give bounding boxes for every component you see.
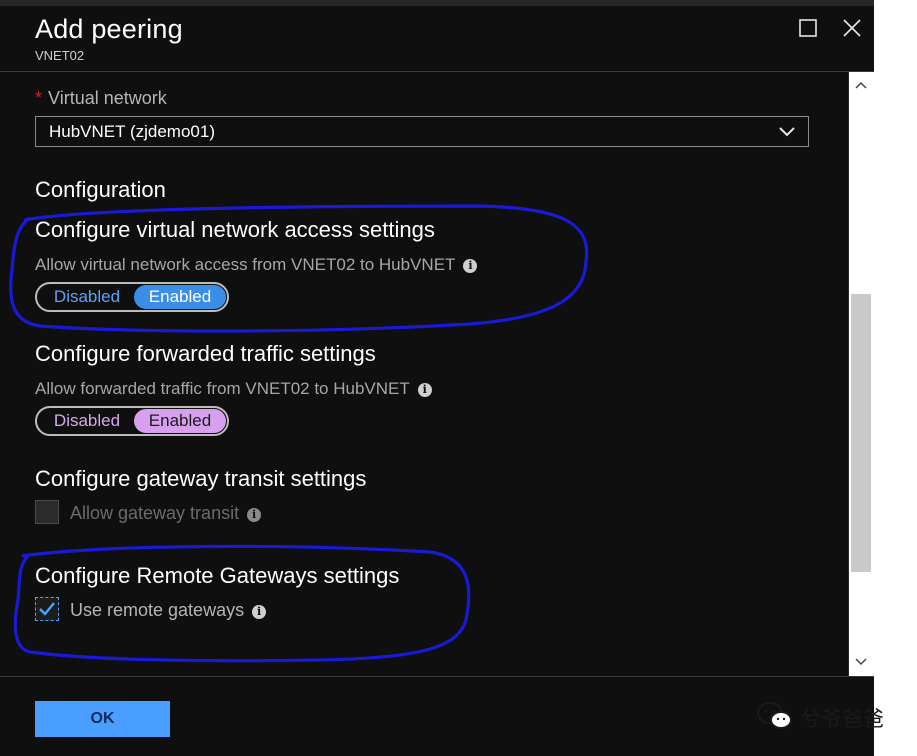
check-icon	[39, 602, 55, 616]
gateway-transit-label: Allow gateway transit i	[70, 503, 262, 524]
page-subtitle: VNET02	[35, 48, 85, 63]
blade-content: * Virtual network HubVNET (zjdemo01) Conf…	[0, 72, 848, 676]
forwarded-description-text: Allow forwarded traffic from VNET02 to H…	[35, 379, 410, 398]
background-strip	[874, 0, 917, 756]
info-icon[interactable]: i	[417, 383, 432, 397]
virtual-network-select[interactable]: HubVNET (zjdemo01)	[35, 116, 809, 147]
virtual-network-label-text: Virtual network	[48, 88, 167, 108]
forwarded-settings-heading: Configure forwarded traffic settings	[35, 341, 376, 366]
remote-gateways-label: Use remote gateways i	[70, 600, 267, 621]
access-toggle[interactable]: Disabled Enabled	[35, 282, 229, 312]
forwarded-toggle[interactable]: Disabled Enabled	[35, 406, 229, 436]
close-icon[interactable]	[841, 17, 863, 39]
remote-gateways-checkbox[interactable]	[35, 597, 59, 621]
access-settings-description: Allow virtual network access from VNET02…	[35, 255, 478, 275]
scrollbar-thumb[interactable]	[851, 294, 871, 572]
virtual-network-label: * Virtual network	[35, 88, 167, 109]
page-title: Add peering	[35, 14, 183, 44]
scroll-up-icon[interactable]	[855, 81, 867, 89]
vertical-scrollbar[interactable]	[848, 72, 874, 676]
top-edge	[0, 0, 874, 6]
info-icon[interactable]: i	[252, 605, 267, 619]
gateway-transit-label-text: Allow gateway transit	[70, 503, 240, 523]
remote-gateways-heading: Configure Remote Gateways settings	[35, 563, 400, 588]
wechat-logo-icon	[757, 702, 792, 729]
gateway-transit-heading: Configure gateway transit settings	[35, 466, 367, 491]
access-option-disabled[interactable]: Disabled	[41, 285, 133, 309]
ok-button[interactable]: OK	[35, 701, 170, 737]
required-mark: *	[35, 88, 43, 108]
forwarded-option-disabled[interactable]: Disabled	[41, 409, 133, 433]
info-icon[interactable]: i	[463, 259, 478, 273]
configuration-heading: Configuration	[35, 177, 166, 202]
access-description-text: Allow virtual network access from VNET02…	[35, 255, 456, 274]
watermark-text: 兮爷爸爸	[800, 707, 884, 731]
virtual-network-selected: HubVNET (zjdemo01)	[49, 122, 215, 141]
forwarded-option-enabled[interactable]: Enabled	[134, 409, 226, 433]
scroll-down-icon[interactable]	[855, 658, 867, 666]
add-peering-blade: Add peering VNET02 * Virtual network HubV…	[0, 0, 874, 756]
remote-gateways-label-text: Use remote gateways	[70, 600, 245, 620]
footer-divider	[0, 676, 874, 677]
access-option-enabled[interactable]: Enabled	[134, 285, 226, 309]
forwarded-settings-description: Allow forwarded traffic from VNET02 to H…	[35, 379, 432, 399]
info-icon[interactable]: i	[247, 508, 262, 522]
maximize-icon[interactable]	[797, 17, 819, 39]
chevron-down-icon	[779, 127, 795, 137]
gateway-transit-checkbox[interactable]	[35, 500, 59, 524]
access-settings-heading: Configure virtual network access setting…	[35, 217, 435, 242]
